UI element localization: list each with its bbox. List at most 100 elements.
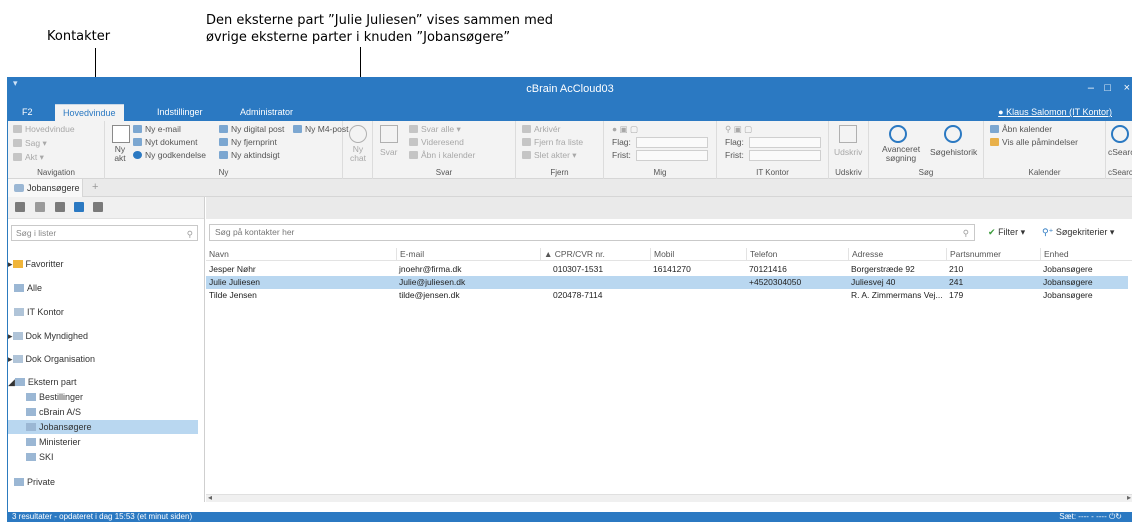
column-header-mobil[interactable]: Mobil bbox=[650, 248, 746, 261]
tree-item-private[interactable]: Private bbox=[8, 475, 198, 489]
ny-fjernprint-button[interactable]: Ny fjernprint bbox=[219, 137, 277, 147]
ny-godkendelse-button[interactable]: Ny godkendelse bbox=[133, 150, 206, 160]
column-header-partsnummer[interactable]: Partsnummer bbox=[946, 248, 1040, 261]
tree-item-dok-organisation[interactable]: ▸ Dok Organisation bbox=[8, 352, 198, 366]
tab-f2[interactable]: F2 bbox=[14, 104, 41, 121]
arkiver-button[interactable]: Arkivér bbox=[522, 124, 560, 134]
mig-frist-label: Frist: bbox=[612, 150, 631, 160]
ny-aktindsigt-button[interactable]: Ny aktindsigt bbox=[219, 150, 280, 160]
hierarchy-view-icon[interactable] bbox=[35, 202, 45, 212]
contacts-icon bbox=[26, 393, 36, 401]
table-row[interactable]: Tilde Jensen tilde@jensen.dk 020478-7114… bbox=[206, 289, 1128, 302]
aktindsigt-icon bbox=[219, 151, 228, 159]
tab-jobansoegere[interactable]: Jobansøgere bbox=[8, 179, 83, 197]
vis-paamindelser-button[interactable]: Vis alle påmindelser bbox=[990, 137, 1078, 147]
sag-dropdown[interactable]: Sag ▾ bbox=[13, 138, 47, 149]
soegehistorik-dropdown[interactable]: Søgehistorik bbox=[930, 147, 977, 157]
column-header-enhed[interactable]: Enhed bbox=[1040, 248, 1128, 261]
tree-item-alle[interactable]: Alle bbox=[8, 281, 198, 295]
mig-frist-datepicker[interactable] bbox=[636, 150, 708, 161]
contacts-icon bbox=[26, 438, 36, 446]
ribbon-group-chat: Ny chat bbox=[343, 121, 373, 179]
tab-administrator[interactable]: Administrator bbox=[232, 104, 301, 121]
cell-partsnummer: 241 bbox=[949, 277, 964, 287]
list-view-icon[interactable] bbox=[55, 202, 65, 212]
sync-icon[interactable]: ⏻↻ bbox=[1109, 512, 1122, 521]
ribbon-tab-row: F2 Hovedvindue Indstillinger Administrat… bbox=[8, 104, 1132, 121]
horizontal-scrollbar[interactable]: ◂ ▸ bbox=[206, 493, 1132, 502]
column-header-cpr[interactable]: ▲ CPR/CVR nr. bbox=[540, 248, 650, 261]
ribbon-group-label: Mig bbox=[653, 168, 667, 177]
cell-navn: Jesper Nøhr bbox=[209, 264, 256, 274]
current-user-link[interactable]: ● Klaus Salomon (IT Kontor) bbox=[998, 107, 1112, 117]
search-criteria-icon: ⚲⁺ bbox=[1042, 227, 1054, 237]
ny-chat-button[interactable]: Ny chat bbox=[346, 145, 370, 163]
svar-button[interactable]: Svar bbox=[380, 147, 397, 157]
table-row[interactable]: Julie Juliesen Julie@juliesen.dk +452030… bbox=[206, 276, 1128, 289]
cell-enhed: Jobansøgere bbox=[1043, 277, 1093, 287]
slet-akter-button[interactable]: Slet akter ▾ bbox=[522, 150, 577, 161]
cell-telefon bbox=[746, 289, 848, 302]
hovedvindue-nav-button[interactable]: Hovedvindue bbox=[13, 124, 75, 134]
contact-search-input[interactable]: Søg på kontakter her ⚲ bbox=[209, 224, 975, 241]
arrow-left-icon bbox=[522, 138, 531, 146]
add-tab-button[interactable]: + bbox=[92, 181, 98, 193]
tree-item-favoritter[interactable]: ▸ Favoritter bbox=[8, 257, 198, 271]
tree-item-jobansoegere[interactable]: Jobansøgere bbox=[8, 420, 198, 434]
itk-frist-datepicker[interactable] bbox=[749, 150, 821, 161]
fjern-fra-liste-button[interactable]: Fjern fra liste bbox=[522, 137, 583, 147]
search-icon: ⚲ bbox=[186, 229, 193, 239]
soegekriterier-dropdown[interactable]: ⚲⁺ Søgekriterier ▾ bbox=[1042, 227, 1114, 238]
csearch-button[interactable]: cSearch bbox=[1108, 147, 1132, 157]
itk-flag-dropdown[interactable] bbox=[749, 137, 821, 148]
archive-icon bbox=[522, 125, 531, 133]
org-unit-icon: ⚲ ▣ ▢ bbox=[725, 124, 753, 134]
org-unit-icon bbox=[12, 355, 23, 363]
filter-dropdown[interactable]: ✔ Filter ▾ bbox=[988, 227, 1025, 238]
documents-view-icon[interactable] bbox=[15, 202, 25, 212]
column-header-adresse[interactable]: Adresse bbox=[848, 248, 946, 261]
tree-item-ski[interactable]: SKI bbox=[8, 450, 198, 464]
nyt-dokument-button[interactable]: Nyt dokument bbox=[133, 137, 197, 147]
annotation-description-line1: Den eksterne part ”Julie Juliesen” vises… bbox=[206, 13, 554, 28]
close-button[interactable]: × bbox=[1124, 82, 1130, 94]
tree-item-bestillinger[interactable]: Bestillinger bbox=[8, 390, 198, 404]
scroll-right-icon[interactable]: ▸ bbox=[1127, 493, 1131, 502]
videresend-button[interactable]: Videresend bbox=[409, 137, 464, 147]
scroll-left-icon[interactable]: ◂ bbox=[208, 493, 212, 502]
column-header-email[interactable]: E-mail bbox=[396, 248, 540, 261]
ribbon-group-label: Fjern bbox=[550, 168, 569, 177]
column-header-navn[interactable]: Navn bbox=[206, 248, 396, 261]
minimize-button[interactable]: – bbox=[1088, 82, 1094, 94]
tree-item-dok-myndighed[interactable]: ▸ Dok Myndighed bbox=[8, 329, 198, 343]
avanceret-soegning-button[interactable]: Avanceret søgning bbox=[879, 145, 923, 163]
cell-mobil bbox=[650, 289, 746, 302]
column-header-telefon[interactable]: Telefon bbox=[746, 248, 848, 261]
akt-dropdown[interactable]: Akt ▾ bbox=[13, 152, 44, 163]
ny-m4-post-button[interactable]: Ny M4-post bbox=[293, 124, 348, 134]
location-tab-strip: Jobansøgere + bbox=[8, 179, 1132, 197]
tab-indstillinger[interactable]: Indstillinger bbox=[149, 104, 211, 121]
ny-email-button[interactable]: Ny e-mail bbox=[133, 124, 181, 134]
aabn-kalender-button[interactable]: Åbn kalender bbox=[990, 124, 1052, 134]
tab-hovedvindue[interactable]: Hovedvindue bbox=[55, 104, 124, 121]
status-results-text: 3 resultater - opdateret i dag 15:53 (et… bbox=[12, 512, 193, 521]
table-row[interactable]: Jesper Nøhr jnoehr@firma.dk 010307-1531 … bbox=[206, 263, 1128, 276]
tree-item-ekstern-part[interactable]: ◢ Ekstern part bbox=[8, 375, 198, 389]
mig-flag-dropdown[interactable] bbox=[636, 137, 708, 148]
document-icon bbox=[13, 153, 22, 161]
ny-digital-post-button[interactable]: Ny digital post bbox=[219, 124, 284, 134]
svar-alle-button[interactable]: Svar alle ▾ bbox=[409, 124, 461, 135]
ny-akt-button[interactable]: Ny akt bbox=[109, 145, 131, 163]
udskriv-button[interactable]: Udskriv bbox=[834, 147, 862, 157]
aabn-i-kalender-button[interactable]: Åbn i kalender bbox=[409, 150, 475, 160]
status-bar: 3 resultater - opdateret i dag 15:53 (et… bbox=[8, 512, 1132, 522]
tree-item-it-kontor[interactable]: IT Kontor bbox=[8, 305, 198, 319]
maximize-button[interactable]: □ bbox=[1104, 82, 1111, 94]
tree-item-ministerier[interactable]: Ministerier bbox=[8, 435, 198, 449]
contacts-view-icon[interactable] bbox=[74, 202, 84, 212]
cases-view-icon[interactable] bbox=[93, 202, 103, 212]
list-search-input[interactable]: Søg i lister ⚲ bbox=[11, 225, 198, 241]
tree-item-cbrain[interactable]: cBrain A/S bbox=[8, 405, 198, 419]
cell-cpr bbox=[550, 276, 650, 289]
